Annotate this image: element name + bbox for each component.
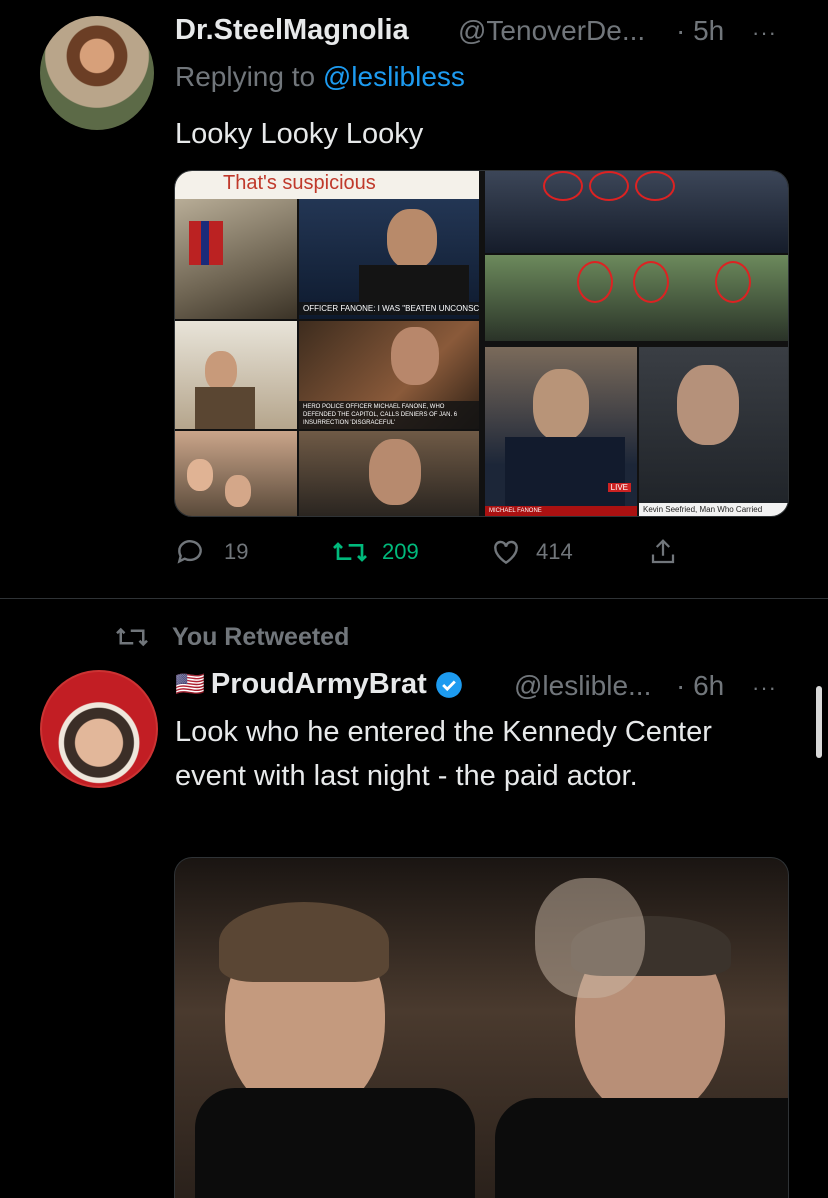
media-photo-fanone-hearing: LIVE MICHAEL FANONE bbox=[485, 347, 637, 516]
media-photo-fanone-closeup bbox=[299, 431, 479, 516]
media-banner-text: That's suspicious bbox=[223, 172, 376, 194]
media-banner: That's suspicious bbox=[175, 171, 479, 199]
avatar[interactable] bbox=[40, 670, 158, 788]
author-name-row[interactable]: 🇺🇸 ProudArmyBrat bbox=[175, 668, 463, 701]
media-caption-1: OFFICER FANONE: I WAS "BEATEN UNCONSCIOU… bbox=[299, 302, 479, 315]
tweet-divider bbox=[0, 598, 828, 599]
tweet-text: Looky Looky Looky bbox=[175, 118, 424, 150]
share-icon bbox=[651, 539, 675, 564]
author-handle[interactable]: @TenoverDe... bbox=[458, 15, 645, 47]
scrollbar[interactable] bbox=[816, 686, 822, 758]
tweet-time[interactable]: · 5h bbox=[676, 15, 724, 47]
tweet-media[interactable]: That's suspicious OFFICER FANONE: I WAS … bbox=[174, 170, 789, 517]
replying-to: Replying to @leslibless bbox=[175, 61, 465, 93]
like-count: 414 bbox=[536, 539, 573, 564]
media-person-background bbox=[535, 878, 645, 998]
flag-icon: 🇺🇸 bbox=[175, 671, 205, 698]
share-button[interactable] bbox=[648, 535, 678, 569]
media-person-left-hair bbox=[219, 902, 389, 982]
reply-button[interactable]: 19 bbox=[174, 535, 248, 569]
author-name[interactable]: Dr.SteelMagnolia bbox=[175, 14, 409, 47]
retweeted-label: You Retweeted bbox=[172, 622, 350, 651]
retweeted-context[interactable]: You Retweeted bbox=[112, 622, 349, 652]
retweet-icon bbox=[333, 542, 367, 562]
retweet-button[interactable]: 209 bbox=[330, 535, 419, 569]
replying-to-handle[interactable]: @leslibless bbox=[323, 61, 465, 92]
like-button[interactable]: 414 bbox=[490, 535, 573, 569]
reply-icon bbox=[177, 540, 202, 564]
media-photo-capitol bbox=[175, 199, 297, 319]
tweet-text: Look who he entered the Kennedy Center e… bbox=[175, 716, 712, 792]
live-badge: LIVE bbox=[607, 483, 631, 492]
media-caption-3: MICHAEL FANONE bbox=[485, 506, 637, 516]
more-options-icon[interactable]: ··· bbox=[752, 20, 777, 46]
media-photo-seefried: Kevin Seefried, Man Who Carried bbox=[639, 347, 788, 516]
media-photo-fanone-testimony: OFFICER FANONE: I WAS "BEATEN UNCONSCIOU… bbox=[299, 199, 479, 319]
avatar[interactable] bbox=[40, 16, 154, 130]
more-options-icon[interactable]: ··· bbox=[752, 675, 777, 701]
tweet-media[interactable] bbox=[174, 857, 789, 1198]
author-name: ProudArmyBrat bbox=[210, 668, 427, 700]
reply-count: 19 bbox=[224, 539, 249, 564]
author-handle[interactable]: @leslible... bbox=[514, 670, 651, 702]
media-suit-right bbox=[495, 1098, 788, 1198]
media-photo-crowd bbox=[175, 431, 297, 516]
media-suit-left bbox=[195, 1088, 475, 1198]
media-caption-2: HERO POLICE OFFICER MICHAEL FANONE, WHO … bbox=[299, 401, 479, 429]
heart-icon bbox=[494, 540, 518, 565]
retweet-context-icon bbox=[116, 627, 148, 647]
media-photo-officers-row bbox=[485, 171, 788, 253]
media-photo-flag-man bbox=[175, 321, 297, 429]
verified-badge-icon bbox=[435, 671, 462, 698]
media-caption-4: Kevin Seefried, Man Who Carried bbox=[639, 503, 788, 516]
retweet-count: 209 bbox=[382, 539, 419, 564]
replying-to-prefix: Replying to bbox=[175, 61, 323, 92]
media-photo-suspects-row bbox=[485, 255, 788, 341]
media-photo-fanone-cnn: HERO POLICE OFFICER MICHAEL FANONE, WHO … bbox=[299, 321, 479, 429]
tweet-time[interactable]: · 6h bbox=[676, 670, 724, 702]
